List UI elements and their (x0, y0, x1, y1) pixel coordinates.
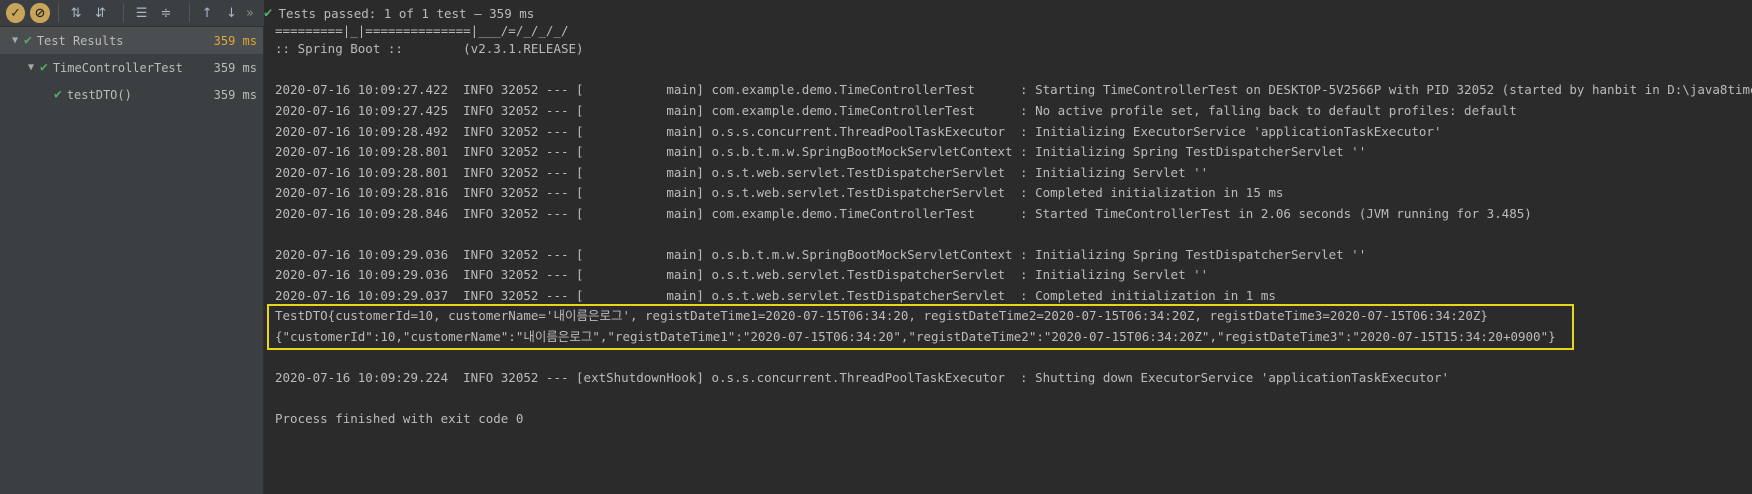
collapse-all-button[interactable]: ≑ (156, 3, 175, 23)
console-line: 2020-07-16 10:09:29.036 INFO 32052 --- [… (275, 247, 1367, 262)
console-line: 2020-07-16 10:09:28.816 INFO 32052 --- [… (275, 185, 1284, 200)
tree-item-test-results[interactable]: ▼ ✔ Test Results 359 ms (0, 27, 263, 54)
check-icon: ✔ (264, 5, 273, 21)
arrow-down-icon: ↓ (225, 5, 237, 21)
check-circle-icon: ✓ (10, 5, 22, 21)
console-line: 2020-07-16 10:09:28.492 INFO 32052 --- [… (275, 124, 1442, 139)
console-output[interactable]: =========|_|==============|___/=/_/_/_/ … (264, 23, 1752, 494)
console-line: 2020-07-16 10:09:28.846 INFO 32052 --- [… (275, 206, 1532, 221)
chevron-down-icon[interactable]: ▼ (12, 35, 24, 46)
show-ignored-button[interactable]: ⊘ (30, 3, 50, 23)
sort-alphabetically-button[interactable]: ⇅ (67, 3, 86, 23)
sort-duration-icon: ⇵ (94, 5, 106, 21)
next-failed-test-button[interactable]: ↓ (222, 3, 241, 23)
double-chevron-right-icon: » (246, 5, 254, 21)
chevron-down-icon[interactable]: ▼ (28, 62, 40, 73)
expand-all-icon: ☰ (135, 5, 148, 21)
show-passed-button[interactable]: ✓ (6, 3, 26, 23)
console-line: 2020-07-16 10:09:27.425 INFO 32052 --- [… (275, 103, 1517, 118)
sort-alphabetical-icon: ⇅ (70, 5, 82, 21)
ignored-circle-icon: ⊘ (34, 5, 46, 21)
expand-all-button[interactable]: ☰ (132, 3, 151, 23)
console-line: :: Spring Boot :: (v2.3.1.RELEASE) (275, 41, 584, 56)
toolbar-divider (57, 4, 59, 22)
test-passed-icon: ✔ (24, 33, 32, 48)
tree-item-duration: 359 ms (213, 33, 257, 48)
tree-item-label: Test Results (36, 33, 124, 48)
toolbar-divider (123, 4, 124, 22)
test-results-tree: ▼ ✔ Test Results 359 ms ▼ ✔ TimeControll… (0, 27, 264, 494)
tree-item-duration: 359 ms (213, 87, 257, 102)
test-passed-icon: ✔ (40, 60, 48, 75)
sort-by-duration-button[interactable]: ⇵ (91, 3, 110, 23)
console-line: 2020-07-16 10:09:29.036 INFO 32052 --- [… (275, 267, 1209, 282)
console-line: Process finished with exit code 0 (275, 411, 524, 426)
tree-item-label: TimeControllerTest (52, 60, 183, 75)
console-line: 2020-07-16 10:09:28.801 INFO 32052 --- [… (275, 165, 1209, 180)
tree-item-timecontrollertest[interactable]: ▼ ✔ TimeControllerTest 359 ms (0, 54, 263, 81)
more-actions-button[interactable]: » (246, 6, 254, 21)
toolbar-divider (188, 4, 190, 22)
highlight-annotation-box (267, 304, 1574, 350)
test-runner-toolbar: ✓ ⊘ ⇅ ⇵ ☰ ≑ ↑ ↓ » (0, 0, 264, 27)
collapse-all-icon: ≑ (160, 5, 172, 21)
console-line: 2020-07-16 10:09:29.224 INFO 32052 --- [… (275, 370, 1449, 385)
test-status-text: Tests passed: 1 of 1 test – 359 ms (278, 5, 535, 21)
tree-item-label: testDTO() (66, 87, 132, 102)
console-line: 2020-07-16 10:09:28.801 INFO 32052 --- [… (275, 144, 1367, 159)
console-line: 2020-07-16 10:09:27.422 INFO 32052 --- [… (275, 82, 1752, 97)
tree-item-duration: 359 ms (213, 60, 257, 75)
arrow-up-icon: ↑ (201, 5, 213, 21)
test-passed-icon: ✔ (54, 87, 62, 102)
tree-item-testdto[interactable]: ✔ testDTO() 359 ms (0, 81, 263, 108)
previous-failed-test-button[interactable]: ↑ (198, 3, 217, 23)
